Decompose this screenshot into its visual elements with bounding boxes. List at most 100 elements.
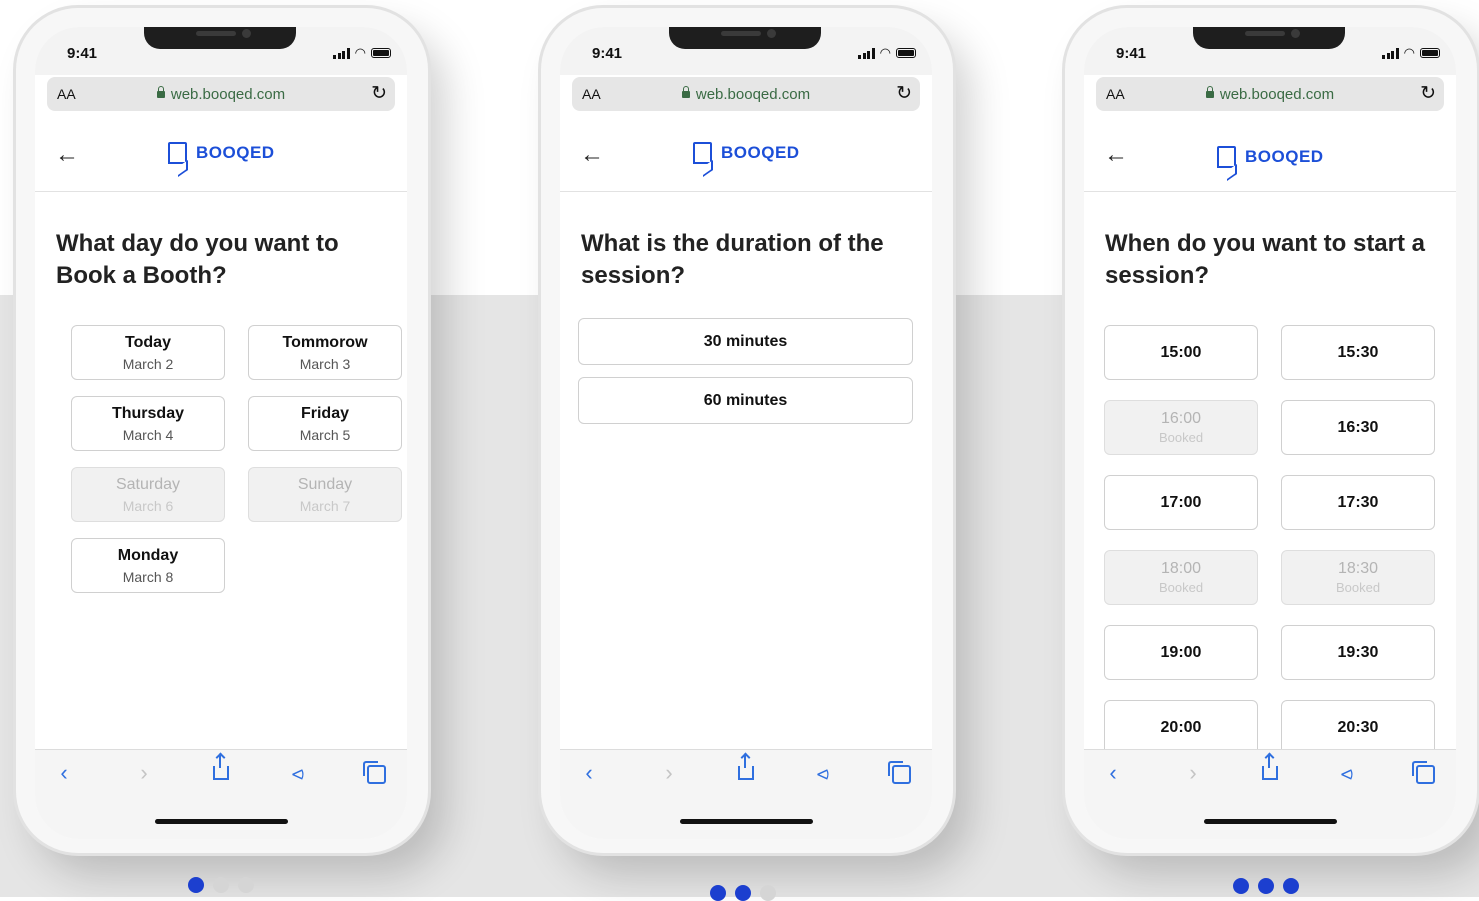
share-icon[interactable] [206, 754, 236, 786]
app-header: ← BOOQED [1084, 123, 1456, 192]
duration-option-60[interactable]: 60 minutes [578, 377, 913, 424]
reload-icon[interactable]: ↻ [1420, 82, 1436, 105]
day-option-tomorrow[interactable]: Tommorow March 3 [248, 325, 402, 380]
reload-icon[interactable]: ↻ [371, 82, 387, 105]
time-label: 16:00 [1160, 410, 1202, 427]
day-label: Saturday [115, 475, 181, 493]
page-dot-active [188, 877, 204, 893]
forward-icon: › [1189, 760, 1197, 785]
time-slot-1630[interactable]: 16:30 [1281, 400, 1435, 455]
day-option-today[interactable]: Today March 2 [71, 325, 225, 380]
back-icon[interactable]: ‹ [49, 760, 79, 786]
time-slot-1730[interactable]: 17:30 [1281, 475, 1435, 530]
day-option-monday[interactable]: Monday March 8 [71, 538, 225, 593]
lock-icon [681, 86, 690, 98]
page-dot-active [1233, 878, 1249, 894]
time-slot-1700[interactable]: 17:00 [1104, 475, 1258, 530]
booked-status: Booked [1335, 580, 1381, 595]
url-display[interactable]: web.booqed.com [47, 86, 395, 103]
back-arrow-icon[interactable]: ← [1104, 141, 1128, 169]
day-date: March 7 [299, 497, 351, 514]
day-label: Today [125, 333, 171, 351]
day-option-thursday[interactable]: Thursday March 4 [71, 396, 225, 451]
page-dot [760, 885, 776, 901]
booked-status: Booked [1158, 430, 1204, 445]
wifi-icon: ◠ [879, 45, 891, 60]
page-dot-active [1258, 878, 1274, 894]
brand-name: BOOQED [721, 143, 800, 162]
battery-icon [896, 48, 916, 58]
booked-status: Booked [1158, 580, 1204, 595]
phone-notch [1193, 27, 1345, 49]
day-date: March 6 [122, 497, 174, 514]
question-title: What is the duration of the session? [581, 230, 884, 289]
duration-option-30[interactable]: 30 minutes [578, 318, 913, 365]
time-label: 20:30 [1337, 718, 1379, 736]
day-date: March 2 [122, 355, 174, 372]
browser-address-bar[interactable]: AA web.booqed.com ↻ [47, 77, 395, 111]
phone-mockup-day-selection: 9:41 ◠ AA web.booqed.com ↻ ← BOOQED What… [16, 8, 428, 853]
day-option-friday[interactable]: Friday March 5 [248, 396, 402, 451]
status-icons: ◠ [858, 45, 916, 61]
status-icons: ◠ [333, 45, 391, 61]
url-display[interactable]: web.booqed.com [572, 86, 920, 103]
time-label: 18:00 [1160, 560, 1202, 577]
reload-icon[interactable]: ↻ [896, 82, 912, 105]
lock-icon [1205, 86, 1214, 98]
phone-notch [144, 27, 296, 49]
page-dot [238, 877, 254, 893]
back-arrow-icon[interactable]: ← [580, 141, 604, 169]
url-display[interactable]: web.booqed.com [1096, 86, 1444, 103]
brand-name: BOOQED [196, 143, 275, 162]
brand-logo: BOOQED [168, 142, 275, 164]
home-indicator [155, 819, 288, 824]
back-icon[interactable]: ‹ [574, 760, 604, 786]
phone-mockup-duration-selection: 9:41 ◠ AA web.booqed.com ↻ ← BOOQED What… [541, 8, 953, 853]
battery-icon [371, 48, 391, 58]
tabs-icon[interactable] [1410, 760, 1440, 786]
battery-icon [1420, 48, 1440, 58]
day-date: March 3 [299, 355, 351, 372]
url-text: web.booqed.com [695, 86, 811, 103]
bookmarks-icon[interactable]: ⪦ [808, 760, 838, 786]
day-label: Sunday [297, 475, 353, 493]
time-slot-1930[interactable]: 19:30 [1281, 625, 1435, 680]
back-arrow-icon[interactable]: ← [55, 141, 79, 169]
booqed-logo-icon [1217, 146, 1236, 168]
day-label: Monday [117, 546, 179, 564]
day-label: Tommorow [282, 333, 368, 351]
back-icon[interactable]: ‹ [1098, 760, 1128, 786]
cellular-signal-icon [858, 47, 875, 59]
day-label: Thursday [111, 404, 184, 422]
time-label: 17:00 [1160, 493, 1202, 511]
day-option-saturday-unavailable: Saturday March 6 [71, 467, 225, 522]
page-dot-active [1283, 878, 1299, 894]
bookmarks-icon[interactable]: ⪦ [1332, 760, 1362, 786]
share-icon[interactable] [731, 754, 761, 786]
time-slot-1530[interactable]: 15:30 [1281, 325, 1435, 380]
time-slot-1500[interactable]: 15:00 [1104, 325, 1258, 380]
bookmarks-icon[interactable]: ⪦ [283, 760, 313, 786]
question-title: When do you want to start a session? [1105, 230, 1426, 289]
time-label: 20:00 [1160, 718, 1202, 736]
share-icon[interactable] [1255, 754, 1285, 786]
browser-toolbar: ‹ › ⪦ [1084, 749, 1456, 839]
time-slot-1600-booked: 16:00 Booked [1104, 400, 1258, 455]
phone-screen: 9:41 ◠ AA web.booqed.com ↻ ← BOOQED What… [560, 27, 932, 839]
phone-screen: 9:41 ◠ AA web.booqed.com ↻ ← BOOQED When… [1084, 27, 1456, 839]
tabs-icon[interactable] [886, 760, 916, 786]
time-slot-2030[interactable]: 20:30 [1281, 700, 1435, 755]
time-label: 17:30 [1337, 493, 1379, 511]
time-label: 19:30 [1337, 643, 1379, 661]
time-slot-2000[interactable]: 20:00 [1104, 700, 1258, 755]
day-label: Friday [300, 404, 349, 422]
phone-notch [669, 27, 821, 49]
tabs-icon[interactable] [361, 760, 391, 786]
browser-address-bar[interactable]: AA web.booqed.com ↻ [572, 77, 920, 111]
time-slot-1900[interactable]: 19:00 [1104, 625, 1258, 680]
question-title: What day do you want to Book a Booth? [56, 230, 339, 289]
page-dot-active [710, 885, 726, 901]
app-header: ← BOOQED [560, 123, 932, 192]
wifi-icon: ◠ [1403, 45, 1415, 60]
browser-address-bar[interactable]: AA web.booqed.com ↻ [1096, 77, 1444, 111]
